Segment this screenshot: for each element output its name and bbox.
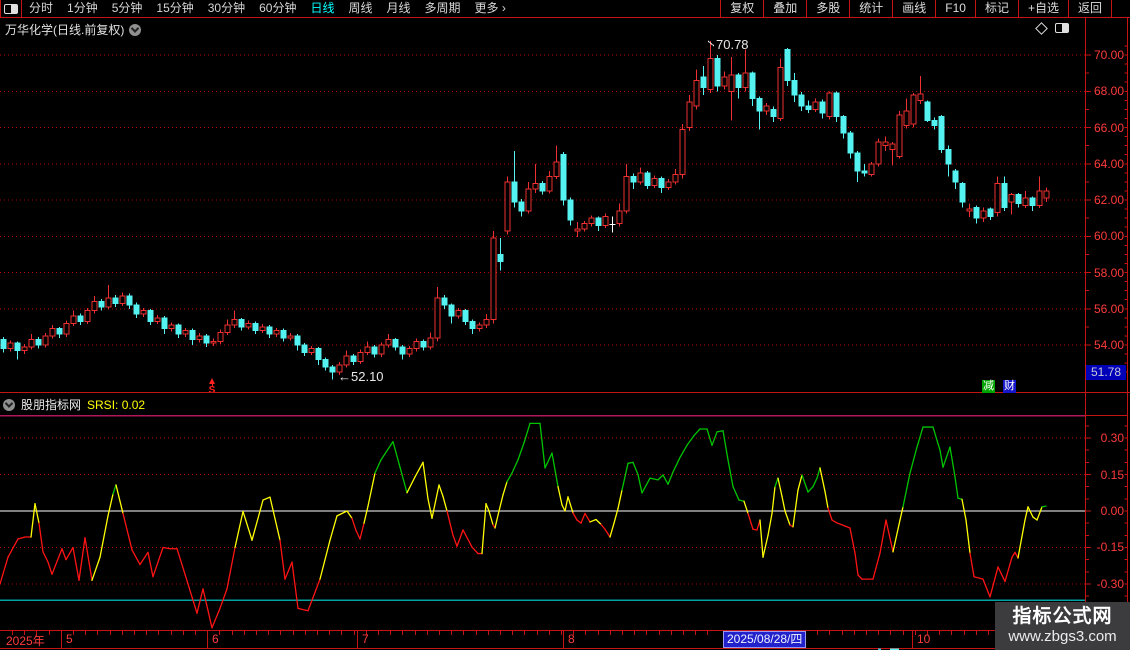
tools-menu-item-7[interactable]: +自选 [1017, 0, 1068, 17]
watermark-title: 指标公式网 [1012, 606, 1113, 627]
app-root: 分时 1分钟 5分钟 15分钟 30分钟 60分钟 日线 周线 月线 多周期 更多 › 复权 叠加 多股… [0, 0, 1130, 650]
indicator-header: 股朋指标网 SRSI: 0.02 [3, 396, 145, 413]
tools-menu-item-6[interactable]: 标记 [974, 0, 1018, 17]
panel-layout-icon[interactable] [1055, 23, 1069, 33]
price-axis-label: 70.00 [1093, 48, 1124, 62]
period-menu-item-10[interactable]: 更多 › [468, 0, 513, 17]
month-label: 8 [568, 632, 575, 646]
price-axis-label: 68.00 [1093, 84, 1124, 99]
period-menu-item-5[interactable]: 60分钟 [252, 0, 303, 17]
period-menu-item-3[interactable]: 15分钟 [149, 0, 200, 17]
tools-menu-item-5[interactable]: F10 [935, 0, 975, 17]
tools-menu-item-2[interactable]: 多股 [806, 0, 849, 17]
tools-menu-item-3[interactable]: 统计 [849, 0, 892, 17]
chevron-down-icon[interactable] [129, 23, 142, 36]
month-label: 6 [212, 632, 219, 646]
event-badge-cai[interactable]: 财 [1003, 380, 1016, 393]
srsi-axis-label: 0.15 [1100, 467, 1124, 482]
axis-labels-layer: 70.00 68.00 66.00 64.00 62.00 60.00 58.00 56.00… [0, 0, 1130, 650]
period-menu-item-7[interactable]: 周线 [341, 0, 379, 17]
selected-date-badge: 2025/08/28/四 [723, 631, 807, 648]
chevron-down-icon[interactable] [3, 398, 15, 411]
price-axis-label: 60.00 [1093, 229, 1124, 244]
tools-menu-item-1[interactable]: 叠加 [763, 0, 806, 17]
pane-corner-icons [1035, 21, 1069, 35]
month-label: 10 [917, 632, 931, 646]
period-menu-item-6[interactable]: 日线 [303, 0, 341, 17]
price-axis-label: 58.00 [1093, 265, 1124, 280]
month-label: 7 [362, 632, 369, 646]
panel-layout-icon [4, 3, 18, 14]
period-menu: 分时 1分钟 5分钟 15分钟 30分钟 60分钟 日线 周线 月线 多周期 更多 › [22, 0, 513, 17]
year-label: 2025年 [6, 634, 45, 648]
period-menu-item-9[interactable]: 多周期 [418, 0, 468, 17]
srsi-axis-label: -0.15 [1096, 540, 1124, 555]
stock-title: 万华化学(日线.前复权) [5, 23, 125, 37]
price-axis-label: 64.00 [1093, 156, 1124, 171]
period-menu-item-2[interactable]: 5分钟 [105, 0, 150, 17]
period-menu-item-8[interactable]: 月线 [380, 0, 418, 17]
price-axis-label: 66.00 [1093, 120, 1124, 135]
price-axis-label: 62.00 [1093, 193, 1124, 207]
tools-menu-item-0[interactable]: 复权 [720, 0, 763, 17]
top-menu-bar: 分时 1分钟 5分钟 15分钟 30分钟 60分钟 日线 周线 月线 多周期 更多 › 复权 叠加 多股… [0, 0, 1130, 18]
diamond-icon[interactable] [1035, 21, 1048, 35]
price-min-badge: 51.78 [1086, 365, 1126, 380]
event-badge-jian[interactable]: 减 [982, 380, 995, 393]
tools-menu-item-4[interactable]: 画线 [892, 0, 935, 17]
period-menu-item-1[interactable]: 1分钟 [60, 0, 105, 17]
srsi-axis-label: 0.00 [1100, 504, 1124, 518]
srsi-axis-label: 0.30 [1100, 431, 1124, 445]
period-menu-item-0[interactable]: 分时 [22, 0, 60, 17]
tools-menu: 复权 叠加 多股 统计 画线 F10 标记 +自选 返回 [720, 0, 1112, 17]
tools-menu-item-8[interactable]: 返回 [1067, 0, 1112, 17]
month-label: 5 [66, 632, 73, 646]
indicator-source-label: 股朋指标网 [21, 398, 82, 412]
price-axis-label: 56.00 [1093, 301, 1124, 316]
period-menu-item-4[interactable]: 30分钟 [201, 0, 252, 17]
indicator-value-label: SRSI: 0.02 [87, 397, 146, 412]
layout-toggle-button[interactable] [0, 0, 22, 18]
price-axis-label: 54.00 [1093, 338, 1124, 352]
watermark: 指标公式网 www.zbgs3.com [995, 602, 1130, 650]
srsi-axis-label: -0.30 [1096, 576, 1124, 591]
stock-title-row: 万华化学(日线.前复权) [5, 21, 142, 38]
watermark-url: www.zbgs3.com [1008, 628, 1117, 645]
